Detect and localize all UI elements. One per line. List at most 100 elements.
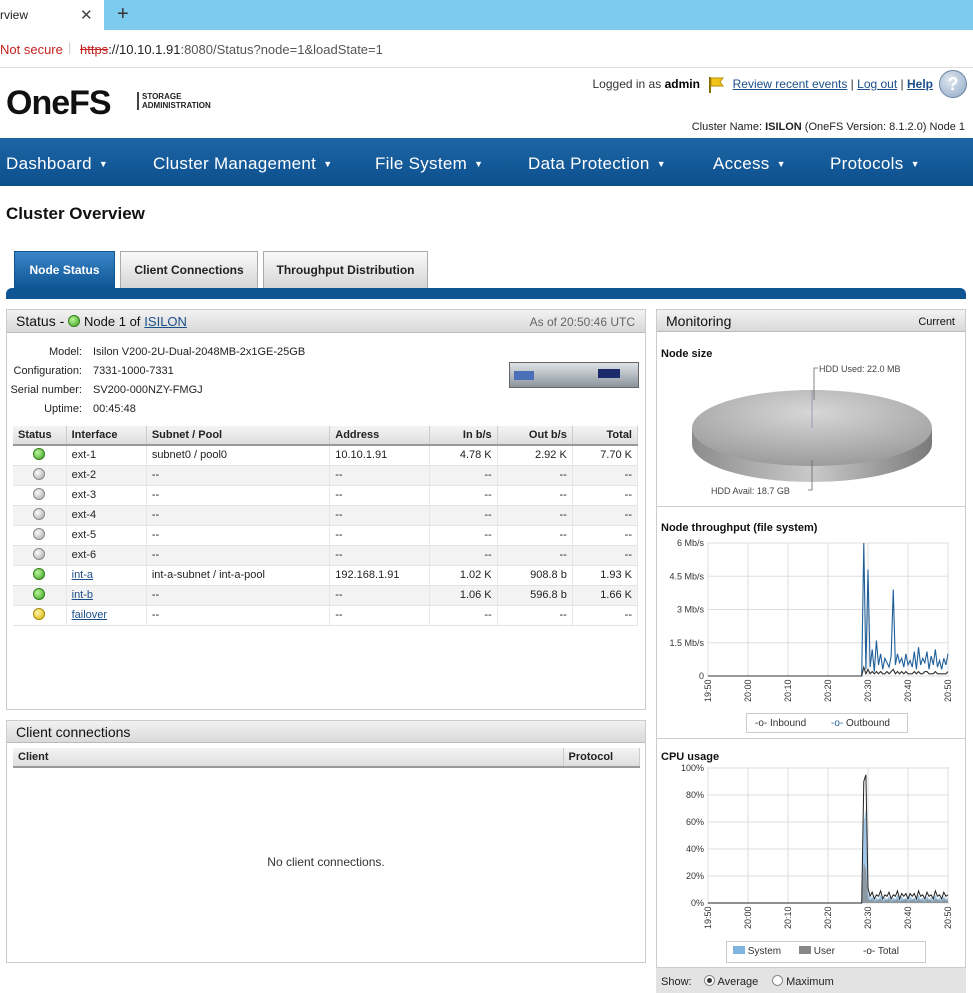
legend-total: -o- Total [863,946,899,957]
address-bar[interactable]: Not secure | https://10.10.1.91:8080/Sta… [0,30,973,68]
interface-cell: ext-6 [66,545,147,566]
page-title: Cluster Overview [6,204,145,223]
average-label: Average [717,976,759,988]
logo-subtitle-line-1: STORAGE [142,92,182,101]
col-out[interactable]: Out b/s [497,426,573,446]
col-status[interactable]: Status [13,426,67,446]
nav-protocols[interactable]: Protocols ▼ [830,154,920,174]
cpu-y-tick-label: 0% [691,898,704,908]
status-cell [13,565,67,586]
browser-tab[interactable]: rview ✕ [0,0,104,30]
tab-throughput-distribution[interactable]: Throughput Distribution [263,251,428,288]
logged-in-label: Logged in as [592,77,662,92]
col-address[interactable]: Address [329,426,431,446]
cpu-x-tick-label: 20:40 [903,906,913,929]
show-average-option[interactable]: Average [704,975,758,988]
col-protocol[interactable]: Protocol [563,748,640,768]
col-client[interactable]: Client [13,748,564,768]
col-subnet-pool[interactable]: Subnet / Pool [146,426,331,446]
address-cell: -- [329,545,431,566]
nav-data-protection[interactable]: Data Protection ▼ [528,154,666,174]
cluster-link[interactable]: ISILON [144,314,187,329]
col-interface[interactable]: Interface [66,426,147,446]
average-radio[interactable] [704,975,715,986]
tab-node-status[interactable]: Node Status [14,251,115,288]
status-cell [13,585,67,606]
nav-access[interactable]: Access ▼ [713,154,786,174]
cpu-y-tick-label: 60% [686,817,704,827]
node-badge [514,371,534,380]
not-secure-label[interactable]: Not secure [0,42,63,57]
in-cell: -- [429,525,498,546]
serial-label: Serial number: [10,384,82,396]
url-text[interactable]: https://10.10.1.91:8080/Status?node=1&lo… [80,42,383,57]
table-row: ext-3 -- -- -- -- -- [13,485,639,506]
hdd-avail-label: HDD Avail: 18.7 GB [711,486,790,496]
status-dot-icon [33,548,46,560]
interface-name: ext-3 [71,489,97,501]
status-cell [13,525,67,546]
cpu-x-tick-label: 20:20 [823,906,833,929]
throughput-x-tick-label: 20:00 [743,679,753,702]
cpu-x-tick-label: 20:50 [943,906,953,929]
new-tab-icon[interactable]: + [117,3,129,26]
address-cell: -- [329,505,431,526]
total-swatch-icon: -o- [863,946,876,957]
review-events-link[interactable]: Review recent events [733,77,848,91]
help-icon[interactable]: ? [939,70,967,98]
show-maximum-option[interactable]: Maximum [772,975,834,988]
node-size-pie-chart: HDD Used: 22.0 MB HDD Avail: 18.7 GB [692,364,932,496]
nav-dashboard[interactable]: Dashboard ▼ [6,154,108,174]
node-size-title: Node size [661,348,713,360]
nav-cluster-management[interactable]: Cluster Management ▼ [153,154,332,174]
flag-icon[interactable] [707,76,725,94]
throughput-line-chart: 19:50 20:00 20:10 20:20 20:30 20:40 20:50 0 1.5 … [669,538,953,702]
throughput-y-tick-label: 1.5 Mb/s [669,638,704,648]
cluster-version: (OneFS Version: 8.1.2.0) Node 1 [804,121,965,133]
cpu-x-tick-label: 20:10 [783,906,793,929]
caret-down-icon: ▼ [656,159,666,169]
no-clients-message: No client connections. [267,855,385,869]
node-text: Node 1 of [84,314,141,329]
serial-value: SV200-000NZY-FMGJ [93,384,203,396]
in-cell: -- [429,465,498,486]
col-total[interactable]: Total [572,426,639,446]
cpu-usage-chart: 19:50 20:00 20:10 20:20 20:30 20:40 20:50 0% 20%… [681,763,953,929]
node-status-icon [68,315,81,327]
logout-link[interactable]: Log out [857,77,897,91]
in-cell: 4.78 K [429,445,498,466]
interface-cell: ext-5 [66,525,147,546]
out-cell: 596.8 b [497,585,573,606]
outbound-swatch-icon: -o- [831,718,844,729]
interface-link[interactable]: int-a [72,569,93,581]
total-cell: -- [572,505,639,526]
subnet-cell: -- [146,605,331,626]
nav-file-system[interactable]: File System ▼ [375,154,483,174]
col-in[interactable]: In b/s [429,426,498,446]
cpu-x-tick-label: 19:50 [703,906,713,929]
interface-link[interactable]: failover [72,609,107,621]
show-label: Show: [661,976,692,988]
inbound-swatch-icon: -o- [755,718,768,729]
caret-down-icon: ▼ [776,159,786,169]
caret-down-icon: ▼ [474,159,484,169]
legend-system: System [733,946,781,957]
legend-user-label: User [813,946,835,957]
model-label: Model: [48,346,82,358]
throughput-x-tick-label: 20:20 [823,679,833,702]
table-row: ext-4 -- -- -- -- -- [13,505,639,526]
total-cell: 7.70 K [572,445,639,466]
as-of-timestamp: As of 20:50:46 UTC [529,315,635,329]
interface-name: ext-4 [71,509,97,521]
address-cell: -- [329,525,431,546]
cpu-x-tick-label: 20:30 [863,906,873,929]
maximum-radio[interactable] [772,975,783,986]
interface-link[interactable]: int-b [72,589,93,601]
address-cell: -- [329,485,431,506]
help-link[interactable]: Help [907,77,933,91]
status-title: Status - [16,313,65,329]
nav-label: Cluster Management [153,154,317,173]
tab-client-connections[interactable]: Client Connections [120,251,258,288]
interfaces-table: Status Interface Subnet / Pool Address I… [13,426,639,626]
close-icon[interactable]: ✕ [80,6,93,24]
